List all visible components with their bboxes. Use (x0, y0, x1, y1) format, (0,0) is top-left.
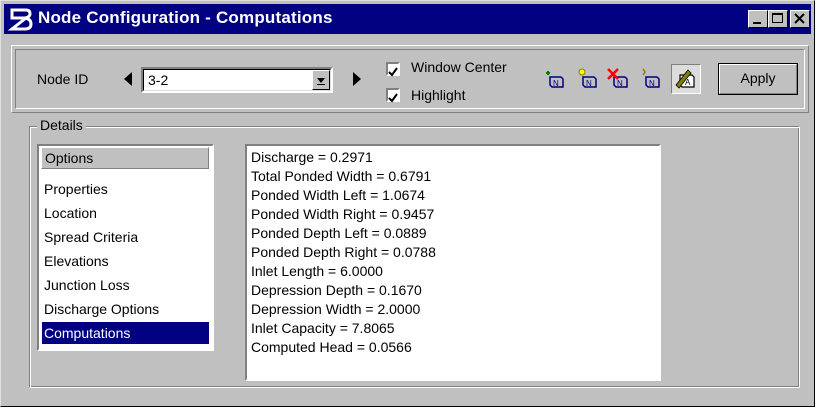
node-id-dropdown-button[interactable] (312, 70, 330, 90)
svg-text:N: N (553, 79, 559, 88)
title-bar[interactable]: Node Configuration - Computations (4, 4, 811, 34)
add-node-icon[interactable]: N (541, 65, 569, 93)
chevron-down-icon (317, 78, 325, 85)
checkmark-icon (388, 93, 398, 103)
highlight-label: Highlight (411, 87, 466, 103)
window-center-checkbox[interactable] (386, 62, 400, 77)
result-ponded-depth-left: Ponded Depth Left = 0.0889 (251, 225, 427, 241)
svg-text:N: N (617, 79, 623, 88)
node-id-label: Node ID (37, 71, 89, 87)
option-properties[interactable]: Properties (42, 178, 209, 200)
previous-node-button[interactable] (120, 70, 136, 88)
result-total-ponded-width: Total Ponded Width = 0.6791 (251, 168, 432, 184)
result-depression-depth: Depression Depth = 0.1670 (251, 282, 422, 298)
options-header-label: Options (45, 150, 94, 166)
move-node-icon[interactable]: N (637, 65, 665, 93)
window-center-label: Window Center (411, 59, 507, 75)
minimize-button[interactable] (748, 10, 768, 28)
result-ponded-width-left: Ponded Width Left = 1.0674 (251, 187, 425, 203)
minimize-icon (753, 22, 761, 24)
window-title: Node Configuration - Computations (38, 8, 333, 27)
bentley-b-logo (8, 8, 33, 31)
close-button[interactable] (790, 10, 810, 28)
checkmark-icon (388, 67, 398, 77)
option-discharge-options[interactable]: Discharge Options (42, 298, 209, 320)
annotate-node-toggle[interactable]: A (671, 64, 701, 94)
next-node-button[interactable] (349, 70, 365, 88)
result-inlet-length: Inlet Length = 6.0000 (251, 263, 383, 279)
delete-node-icon[interactable]: N (605, 65, 633, 93)
triangle-left-icon (124, 72, 132, 86)
options-list[interactable]: Options Properties Location Spread Crite… (37, 144, 214, 351)
result-ponded-width-right: Ponded Width Right = 0.9457 (251, 206, 435, 222)
svg-text:N: N (586, 79, 592, 88)
result-depression-width: Depression Width = 2.0000 (251, 301, 421, 317)
option-computations[interactable]: Computations (42, 322, 209, 344)
node-id-value: 3-2 (148, 72, 169, 88)
option-junction-loss[interactable]: Junction Loss (42, 274, 209, 296)
option-elevations[interactable]: Elevations (42, 250, 209, 272)
highlight-checkbox[interactable] (386, 88, 400, 103)
combo-inner-frame: 3-2 (143, 69, 331, 91)
apply-button[interactable]: Apply (718, 63, 798, 95)
triangle-right-icon (353, 72, 361, 86)
details-group-label: Details (37, 117, 86, 133)
result-computed-head: Computed Head = 0.0566 (251, 339, 412, 355)
select-node-icon[interactable]: N (574, 65, 602, 93)
result-ponded-depth-right: Ponded Depth Right = 0.0788 (251, 244, 436, 260)
node-id-combobox[interactable]: 3-2 (141, 67, 333, 93)
option-location[interactable]: Location (42, 202, 209, 224)
annotate-node-icon: A (675, 69, 695, 89)
apply-button-label: Apply (740, 70, 776, 86)
svg-text:N: N (649, 79, 655, 88)
options-list-header: Options (41, 147, 209, 169)
computations-results[interactable]: Discharge = 0.2971 Total Ponded Width = … (245, 144, 661, 381)
node-configuration-window: Node Configuration - Computations Node I… (0, 0, 815, 407)
result-discharge: Discharge = 0.2971 (251, 149, 373, 165)
maximize-icon (772, 13, 783, 23)
close-icon (794, 13, 805, 24)
option-spread-criteria[interactable]: Spread Criteria (42, 226, 209, 248)
maximize-button[interactable] (768, 10, 788, 28)
result-inlet-capacity: Inlet Capacity = 7.8065 (251, 320, 395, 336)
